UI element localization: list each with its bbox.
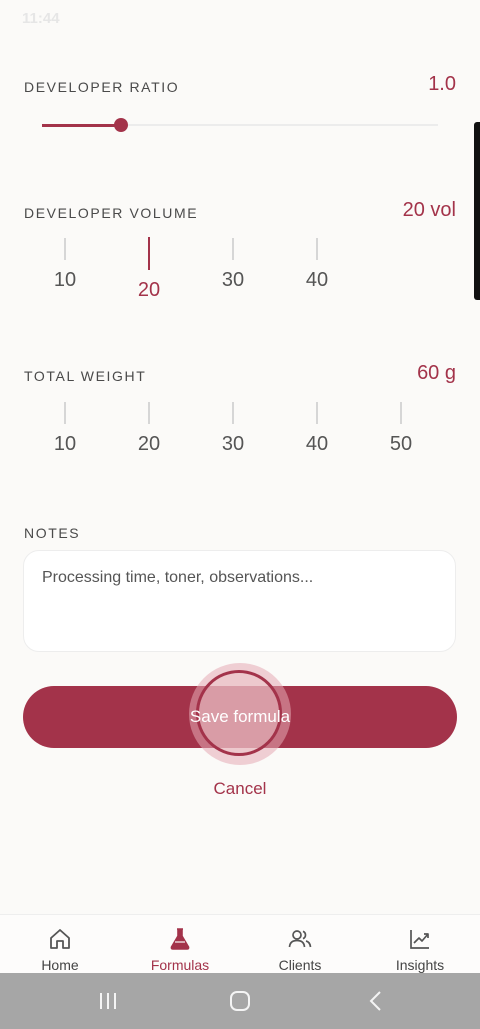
weight-tick-label[interactable]: 10 [35,433,95,456]
nav-item-home[interactable]: Home [0,915,120,974]
nav-item-formulas[interactable]: Formulas [120,915,240,974]
weight-tick[interactable] [400,402,402,424]
back-icon[interactable] [362,989,390,1013]
notes-input[interactable]: Processing time, toner, observations... [23,550,456,652]
weight-tick[interactable] [232,402,234,424]
total-weight-label: TOTAL WEIGHT [24,368,147,384]
developer-ratio-label: DEVELOPER RATIO [24,79,180,95]
weight-tick-label[interactable]: 40 [287,433,347,456]
developer-ratio-slider-fill [42,124,122,127]
flask-icon [170,928,190,950]
cancel-button[interactable]: Cancel [0,779,480,799]
home-icon [50,929,70,949]
volume-tick[interactable] [64,238,66,260]
nav-label-home: Home [41,957,79,973]
weight-tick-label[interactable]: 30 [203,433,263,456]
bottom-navigation: Home Formulas Clients Insights [0,914,480,974]
nav-item-insights[interactable]: Insights [360,915,480,974]
developer-volume-value: 20 vol [402,199,456,221]
status-time: 11:44 [22,10,60,27]
nav-label-clients: Clients [278,957,322,973]
edge-panel-handle[interactable] [474,122,480,300]
nav-label-insights: Insights [395,957,445,973]
volume-tick-label-selected[interactable]: 20 [119,279,179,302]
status-bar: 11:44 [0,0,480,40]
weight-tick[interactable] [316,402,318,424]
developer-volume-label: DEVELOPER VOLUME [24,205,199,221]
weight-tick[interactable] [64,402,66,424]
developer-ratio-slider-thumb[interactable] [114,118,129,132]
save-formula-label: Save formula [189,707,291,726]
total-weight-value: 60 g [417,362,456,384]
notes-label: NOTES [24,525,81,541]
volume-tick-label[interactable]: 40 [287,269,347,292]
chart-icon [410,930,429,949]
home-button-icon[interactable] [226,989,254,1013]
nav-label-formulas: Formulas [150,957,210,973]
volume-tick[interactable] [232,238,234,260]
volume-tick-label[interactable]: 30 [203,269,263,292]
volume-tick-label[interactable]: 10 [35,269,95,292]
developer-ratio-value: 1.0 [428,73,456,95]
weight-tick[interactable] [148,402,150,424]
weight-tick-label[interactable]: 20 [119,433,179,456]
nav-item-clients[interactable]: Clients [240,915,360,974]
users-icon [288,930,312,948]
weight-tick-label[interactable]: 50 [371,433,431,456]
notes-placeholder: Processing time, toner, observations... [42,569,314,586]
recent-apps-icon[interactable] [94,989,122,1013]
volume-tick[interactable] [316,238,318,260]
volume-tick-selected[interactable] [148,237,150,270]
system-navigation-bar [0,973,480,1029]
